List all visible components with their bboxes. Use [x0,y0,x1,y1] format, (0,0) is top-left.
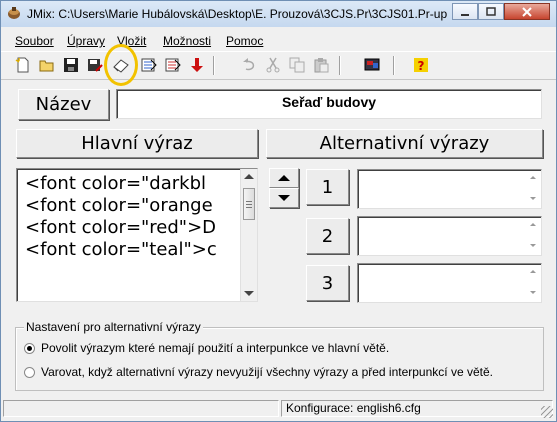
radio-allow-unused[interactable] [24,342,35,354]
triangle-up-icon [278,175,290,181]
move-up-button[interactable] [269,168,299,188]
open-button[interactable] [37,55,57,75]
copy-button[interactable] [287,55,307,75]
save-as-icon [88,59,103,72]
menu-bar: Soubor Úpravy Vložit Možnosti Pomoc [1,31,556,51]
alternative-1-button[interactable]: 1 [306,169,349,205]
app-window: JMix: C:\Users\Marie Hubálovská\Desktop\… [0,0,557,422]
menu-upravy[interactable]: Úpravy [67,34,105,48]
help-button[interactable]: ? [411,55,431,75]
alternative-2-button[interactable]: 2 [306,218,349,254]
main-sentence-header[interactable]: Hlavní výraz [16,129,258,158]
export-web-button[interactable] [139,55,159,75]
scroll-down-icon[interactable] [244,291,254,296]
help-icon: ? [414,58,428,73]
export-web2-button[interactable] [163,55,183,75]
list-item[interactable]: <font color="darkbl [17,173,257,195]
alternative-3-button[interactable]: 3 [306,265,349,301]
status-config: Konfigurace: english6.cfg [281,400,553,417]
cut-icon [266,57,280,73]
main-list-scrollbar[interactable] [240,169,257,301]
menu-moznosti[interactable]: Možnosti [163,34,211,48]
close-button[interactable] [504,3,550,20]
svg-text:?: ? [418,59,425,73]
save-button[interactable] [61,55,81,75]
cut-button[interactable] [263,55,283,75]
scroll-thumb[interactable] [243,188,255,220]
move-down-list-button[interactable] [269,188,299,208]
undo-icon [243,58,255,71]
arrow-down-icon [191,58,203,72]
paste-button[interactable] [311,55,331,75]
radio-warn-unused[interactable] [24,366,35,378]
maximize-icon [486,6,496,16]
list-item[interactable]: <font color="teal">c [17,239,257,261]
alternatives-settings-group: Nastavení pro alternativní výrazy Povoli… [15,320,544,391]
menu-soubor[interactable]: Soubor [15,34,54,48]
minimize-icon [461,13,469,16]
alternative-2-input[interactable] [357,216,542,256]
export-web2-icon [165,58,181,72]
toolbar-separator [393,56,395,75]
settings-legend: Nastavení pro alternativní výrazy [24,320,203,334]
spin-arrows-icon[interactable] [530,270,538,294]
close-icon [522,6,532,17]
title-input[interactable]: Seřaď budovy [116,89,542,119]
move-down-button[interactable] [187,55,207,75]
alternative-1-input[interactable] [357,169,542,209]
copy-icon [289,57,305,73]
scroll-up-icon[interactable] [244,174,254,179]
option-allow-unused-label: Povolit výrazym které nemají použití a i… [41,341,390,355]
export-web-icon [141,58,157,72]
new-file-button[interactable] [13,55,33,75]
main-sentence-list[interactable]: <font color="darkbl <font color="orange … [16,168,258,302]
minimize-button[interactable] [452,3,478,20]
save-icon [64,58,78,72]
toolbar-separator [213,56,215,75]
config-icon [364,58,380,71]
title-bar: JMix: C:\Users\Marie Hubálovská\Desktop\… [1,1,556,27]
option-allow-unused[interactable]: Povolit výrazym které nemají použití a i… [24,341,389,355]
triangle-down-icon [278,195,290,201]
paste-icon [314,58,329,73]
jmix-app-icon [8,7,20,19]
status-bar: Konfigurace: english6.cfg [1,397,556,421]
list-item[interactable]: <font color="orange [17,195,257,217]
alternatives-header[interactable]: Alternativní výrazy [266,129,543,158]
spin-arrows-icon[interactable] [530,176,538,200]
spin-arrows-icon[interactable] [530,223,538,247]
resize-grip-icon[interactable] [541,406,553,418]
toolbar: ? [1,51,556,80]
window-title: JMix: C:\Users\Marie Hubálovská\Desktop\… [27,7,447,21]
menu-pomoc[interactable]: Pomoc [226,34,263,48]
toolbar-separator [339,56,341,75]
configuration-button[interactable] [363,55,383,75]
option-warn-unused-label: Varovat, když alternativní výrazy nevyuž… [41,365,493,379]
open-folder-icon [39,60,54,72]
undo-button[interactable] [239,55,259,75]
title-label-button[interactable]: Název [18,89,109,120]
save-as-button[interactable] [85,55,105,75]
list-item[interactable]: <font color="red">D [17,217,257,239]
option-warn-unused[interactable]: Varovat, když alternativní výrazy nevyuž… [24,365,493,379]
status-panel-empty [3,400,279,417]
alternative-3-input[interactable] [357,263,542,303]
new-file-icon [15,57,29,73]
highlight-annotation-ring [104,44,138,86]
maximize-button[interactable] [478,3,504,20]
